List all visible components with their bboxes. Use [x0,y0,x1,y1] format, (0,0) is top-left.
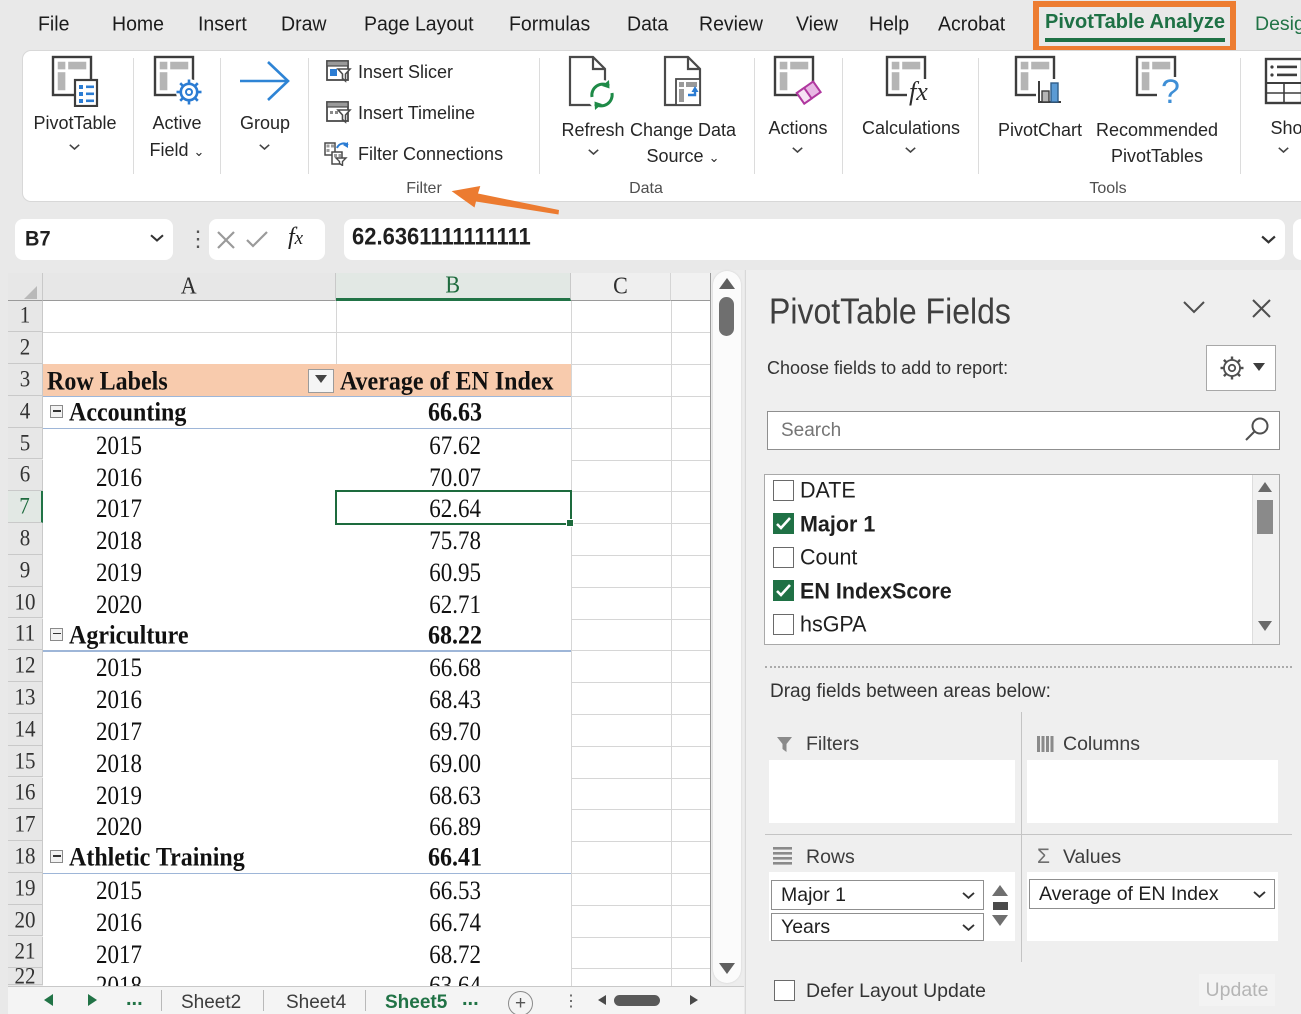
svg-text:?: ? [1161,73,1180,111]
svg-text:fx: fx [909,77,928,106]
